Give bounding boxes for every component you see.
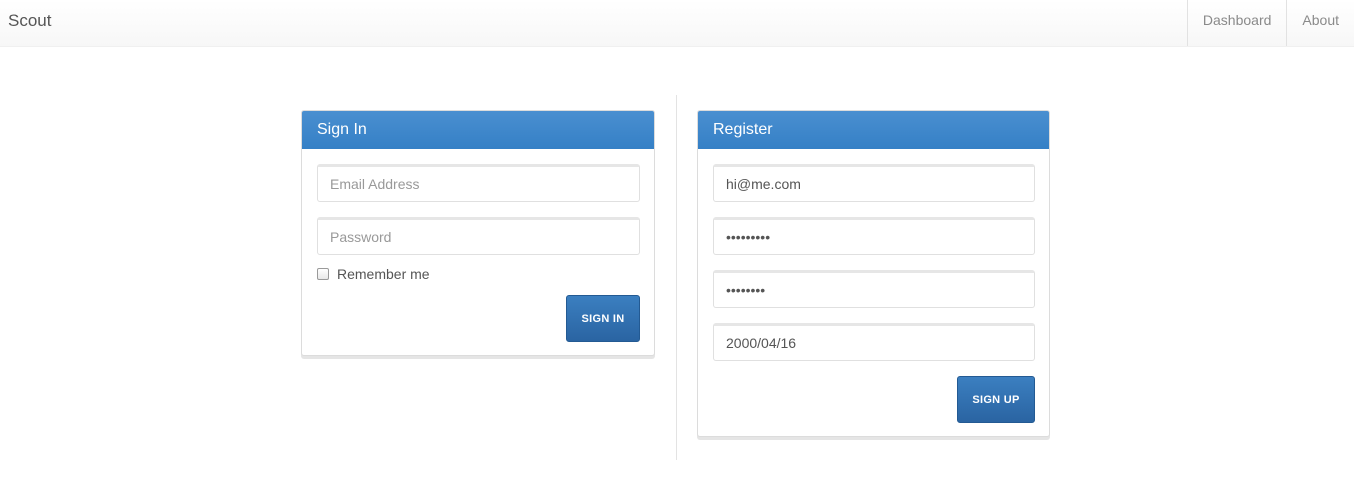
register-panel: Register SIGN UP bbox=[697, 110, 1050, 437]
sign-in-button[interactable]: SIGN IN bbox=[566, 295, 640, 342]
signin-panel: Sign In Remember me SIGN IN bbox=[301, 110, 655, 356]
nav-link-dashboard[interactable]: Dashboard bbox=[1186, 0, 1287, 46]
signin-password-input[interactable] bbox=[317, 217, 640, 255]
nav-links: Dashboard About bbox=[1186, 0, 1354, 46]
remember-me-row[interactable]: Remember me bbox=[317, 266, 430, 282]
register-confirm-password-input[interactable] bbox=[713, 270, 1035, 308]
register-password-input[interactable] bbox=[713, 217, 1035, 255]
signin-title: Sign In bbox=[302, 111, 654, 149]
nav-link-about[interactable]: About bbox=[1286, 0, 1354, 46]
top-navbar: Scout Dashboard About bbox=[0, 0, 1354, 47]
register-birthdate-input[interactable] bbox=[713, 323, 1035, 361]
sign-up-button[interactable]: SIGN UP bbox=[957, 376, 1035, 423]
register-title: Register bbox=[698, 111, 1049, 149]
signin-email-input[interactable] bbox=[317, 164, 640, 202]
remember-me-checkbox[interactable] bbox=[317, 268, 329, 280]
brand-logo[interactable]: Scout bbox=[8, 11, 51, 31]
remember-me-label: Remember me bbox=[337, 266, 430, 282]
column-divider bbox=[676, 95, 677, 460]
register-email-input[interactable] bbox=[713, 164, 1035, 202]
